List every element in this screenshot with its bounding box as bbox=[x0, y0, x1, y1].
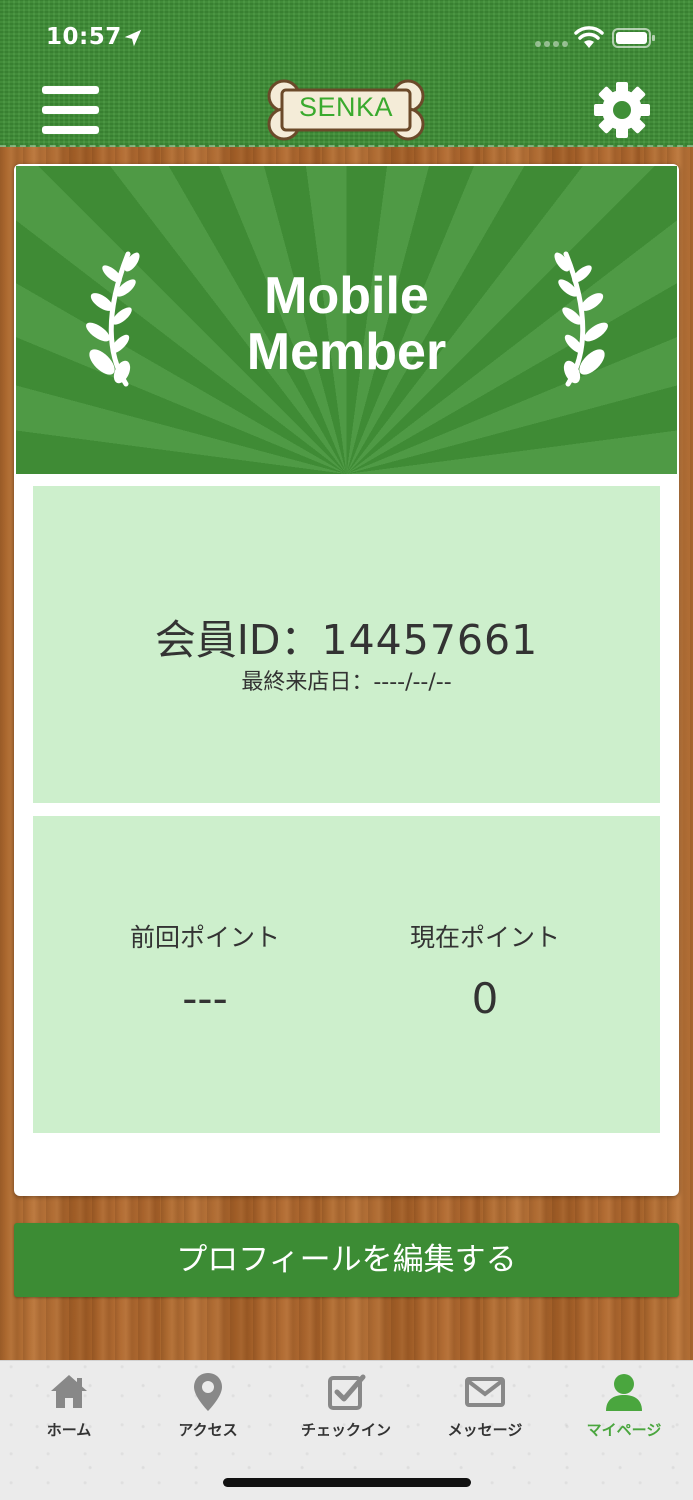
home-indicator bbox=[223, 1478, 471, 1487]
tab-checkin-label: チェックイン bbox=[300, 1421, 391, 1439]
app-header: 10:57 SENKA bbox=[0, 0, 693, 147]
location-arrow-icon bbox=[124, 29, 142, 47]
checkin-icon bbox=[328, 1374, 366, 1410]
last-visit: 最終来店日：----/--/-- bbox=[33, 664, 660, 696]
tab-mypage[interactable]: マイページ bbox=[559, 1371, 689, 1440]
gear-icon[interactable] bbox=[592, 80, 652, 140]
member-id-value: 14457661 bbox=[321, 616, 539, 664]
edit-profile-button[interactable]: プロフィールを編集する bbox=[14, 1223, 679, 1297]
mobile-member-banner: Mobile Member bbox=[16, 166, 677, 474]
mail-icon bbox=[465, 1377, 505, 1407]
cellular-signal-icon bbox=[535, 41, 568, 47]
last-visit-value: ----/--/-- bbox=[373, 670, 452, 695]
map-pin-icon bbox=[194, 1373, 222, 1411]
user-icon bbox=[606, 1374, 642, 1411]
senka-logo: SENKA bbox=[264, 78, 428, 142]
tab-access[interactable]: アクセス bbox=[143, 1371, 273, 1440]
tab-mypage-label: マイページ bbox=[586, 1421, 662, 1439]
tab-home-label: ホーム bbox=[46, 1421, 92, 1439]
last-visit-label: 最終来店日： bbox=[241, 670, 374, 695]
member-id: 会員ID：14457661 bbox=[33, 606, 660, 666]
previous-points-label: 前回ポイント bbox=[129, 923, 280, 952]
tab-home[interactable]: ホーム bbox=[4, 1371, 134, 1440]
member-id-label: 会員ID： bbox=[154, 616, 322, 664]
member-id-panel: 会員ID：14457661 最終来店日：----/--/-- bbox=[33, 486, 660, 803]
current-points: 現在ポイント 0 bbox=[355, 918, 615, 1023]
tab-access-label: アクセス bbox=[178, 1421, 238, 1439]
previous-points: 前回ポイント --- bbox=[75, 918, 335, 1023]
tab-checkin[interactable]: チェックイン bbox=[281, 1371, 411, 1440]
hamburger-menu-icon[interactable] bbox=[42, 86, 99, 134]
wifi-icon bbox=[574, 26, 604, 48]
tab-message[interactable]: メッセージ bbox=[420, 1371, 550, 1440]
home-icon bbox=[51, 1375, 87, 1408]
current-points-label: 現在ポイント bbox=[409, 923, 560, 952]
previous-points-value: --- bbox=[182, 974, 228, 1023]
status-time: 10:57 bbox=[46, 24, 122, 50]
points-panel: 前回ポイント --- 現在ポイント 0 bbox=[33, 816, 660, 1133]
current-points-value: 0 bbox=[471, 974, 499, 1023]
logo-text: SENKA bbox=[298, 92, 394, 122]
battery-icon bbox=[612, 28, 655, 48]
tab-message-label: メッセージ bbox=[447, 1421, 523, 1439]
member-card: Mobile Member 会員ID：14457661 最終来店日：----/-… bbox=[14, 164, 679, 1196]
laurel-right-icon bbox=[554, 251, 608, 387]
